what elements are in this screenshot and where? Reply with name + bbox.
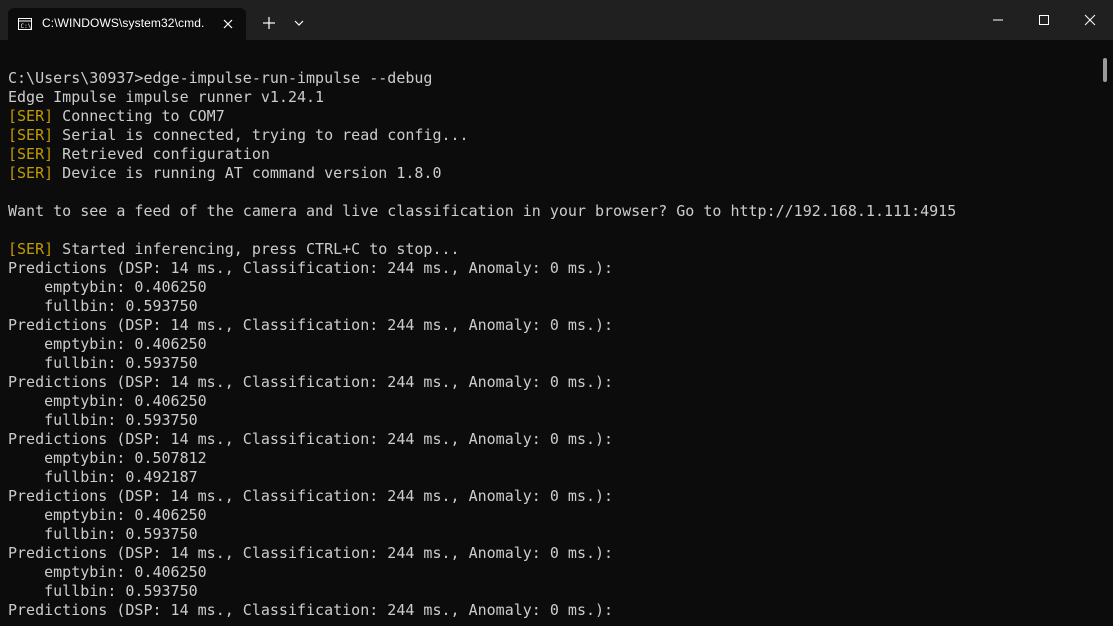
terminal-line: Want to see a feed of the camera and liv…: [8, 202, 956, 221]
line-text: emptybin: 0.406250: [8, 392, 207, 410]
terminal-line: fullbin: 0.492187: [8, 468, 198, 487]
line-text: Retrieved configuration: [53, 145, 270, 163]
terminal-icon: C:\: [18, 17, 32, 31]
terminal-line: fullbin: 0.593750: [8, 354, 198, 373]
maximize-icon[interactable]: [1021, 0, 1067, 40]
close-icon[interactable]: [218, 14, 238, 34]
line-text: Predictions (DSP: 14 ms., Classification…: [8, 430, 614, 448]
ser-tag: [SER]: [8, 107, 54, 125]
line-text: Predictions (DSP: 14 ms., Classification…: [8, 373, 614, 391]
tab-title: C:\WINDOWS\system32\cmd.: [42, 16, 205, 30]
line-text: Edge Impulse impulse runner v1.24.1: [8, 88, 325, 106]
tab-cmd[interactable]: C:\ C:\WINDOWS\system32\cmd.: [8, 8, 246, 40]
ser-tag: [SER]: [8, 145, 54, 163]
terminal-line: Predictions (DSP: 14 ms., Classification…: [8, 544, 613, 563]
line-text: fullbin: 0.593750: [8, 411, 198, 429]
terminal-line: Predictions (DSP: 14 ms., Classification…: [8, 430, 613, 449]
ser-tag: [SER]: [8, 126, 54, 144]
line-text: Predictions (DSP: 14 ms., Classification…: [8, 544, 614, 562]
line-text: Device is running AT command version 1.8…: [53, 164, 442, 182]
close-icon[interactable]: [1067, 0, 1113, 40]
terminal-line: emptybin: 0.406250: [8, 392, 207, 411]
terminal-output[interactable]: C:\Users\30937>edge-impulse-run-impulse …: [0, 40, 1103, 626]
terminal-line: emptybin: 0.406250: [8, 563, 207, 582]
line-text: Predictions (DSP: 14 ms., Classification…: [8, 601, 614, 619]
terminal-line: Predictions (DSP: 14 ms., Classification…: [8, 487, 613, 506]
title-bar: C:\ C:\WINDOWS\system32\cmd.: [0, 0, 1113, 40]
terminal-line: emptybin: 0.406250: [8, 335, 207, 354]
plus-icon[interactable]: [258, 12, 280, 34]
terminal-line: emptybin: 0.507812: [8, 449, 207, 468]
line-text: emptybin: 0.406250: [8, 506, 207, 524]
line-text: Want to see a feed of the camera and liv…: [8, 202, 957, 220]
line-text: emptybin: 0.406250: [8, 563, 207, 581]
chevron-down-icon[interactable]: [290, 14, 308, 32]
line-text: emptybin: 0.507812: [8, 449, 207, 467]
line-text: emptybin: 0.406250: [8, 335, 207, 353]
line-text: Predictions (DSP: 14 ms., Classification…: [8, 487, 614, 505]
terminal-line: [SER] Connecting to COM7: [8, 107, 225, 126]
line-text: Started inferencing, press CTRL+C to sto…: [53, 240, 460, 258]
minimize-icon[interactable]: [975, 0, 1021, 40]
ser-tag: [SER]: [8, 164, 54, 182]
line-text: Connecting to COM7: [53, 107, 225, 125]
terminal-line: Predictions (DSP: 14 ms., Classification…: [8, 316, 613, 335]
line-text: fullbin: 0.593750: [8, 525, 198, 543]
terminal-line: [SER] Started inferencing, press CTRL+C …: [8, 240, 460, 259]
line-text: fullbin: 0.593750: [8, 354, 198, 372]
line-text: fullbin: 0.492187: [8, 468, 198, 486]
svg-text:C:\: C:\: [21, 23, 32, 30]
terminal-line: fullbin: 0.593750: [8, 582, 198, 601]
terminal-line: [SER] Retrieved configuration: [8, 145, 270, 164]
terminal-line: fullbin: 0.593750: [8, 297, 198, 316]
terminal-line: emptybin: 0.406250: [8, 278, 207, 297]
terminal-line: C:\Users\30937>edge-impulse-run-impulse …: [8, 69, 432, 88]
terminal-line: Predictions (DSP: 14 ms., Classification…: [8, 373, 613, 392]
ser-tag: [SER]: [8, 240, 54, 258]
terminal-line: Edge Impulse impulse runner v1.24.1: [8, 88, 324, 107]
line-text: fullbin: 0.593750: [8, 297, 198, 315]
line-text: C:\Users\30937>edge-impulse-run-impulse …: [8, 69, 433, 87]
terminal-line: fullbin: 0.593750: [8, 525, 198, 544]
line-text: Predictions (DSP: 14 ms., Classification…: [8, 316, 614, 334]
terminal-line: Predictions (DSP: 14 ms., Classification…: [8, 601, 613, 620]
terminal-line: [SER] Device is running AT command versi…: [8, 164, 441, 183]
scrollbar-thumb[interactable]: [1103, 58, 1107, 82]
terminal-line: emptybin: 0.406250: [8, 506, 207, 525]
terminal-line: [SER] Serial is connected, trying to rea…: [8, 126, 469, 145]
line-text: fullbin: 0.593750: [8, 582, 198, 600]
terminal-line: Predictions (DSP: 14 ms., Classification…: [8, 259, 613, 278]
line-text: Predictions (DSP: 14 ms., Classification…: [8, 259, 614, 277]
line-text: Serial is connected, trying to read conf…: [53, 126, 469, 144]
line-text: emptybin: 0.406250: [8, 278, 207, 296]
terminal-line: fullbin: 0.593750: [8, 411, 198, 430]
